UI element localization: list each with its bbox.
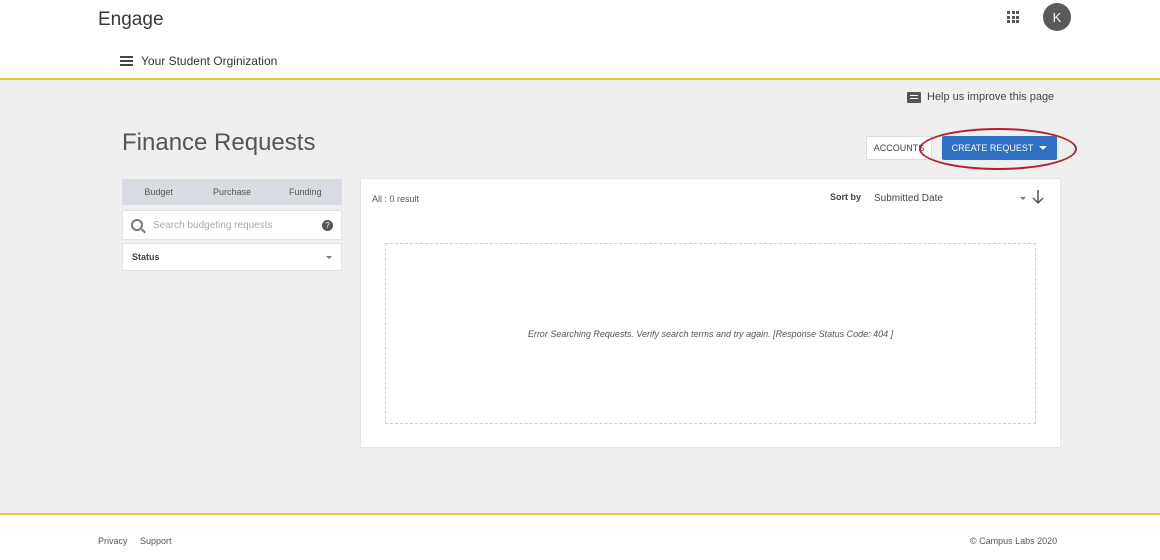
request-type-tabs: Budget Purchase Funding bbox=[122, 179, 342, 205]
results-count: All : 0 result bbox=[372, 194, 420, 204]
search-input[interactable] bbox=[153, 219, 303, 231]
sort-direction-arrow-icon[interactable] bbox=[1031, 188, 1045, 206]
help-improve-link[interactable]: Help us improve this page bbox=[907, 91, 1054, 103]
user-avatar[interactable]: K bbox=[1043, 3, 1071, 31]
footer: Privacy Support © Campus Labs 2020 bbox=[0, 513, 1160, 560]
accounts-button[interactable]: ACCOUNTS bbox=[866, 136, 932, 160]
org-menu-button[interactable]: Your Student Orginization bbox=[120, 54, 277, 68]
caret-down-icon bbox=[1039, 146, 1048, 150]
error-message: Error Searching Requests. Verify search … bbox=[527, 328, 894, 339]
error-message-box: Error Searching Requests. Verify search … bbox=[385, 243, 1036, 424]
apps-grid-icon[interactable] bbox=[1007, 11, 1019, 23]
create-request-label: CREATE REQUEST bbox=[951, 143, 1034, 153]
question-help-icon[interactable]: ? bbox=[322, 219, 333, 231]
search-box: ? bbox=[122, 210, 342, 240]
brand-title[interactable]: Engage bbox=[98, 9, 164, 31]
tab-budget[interactable]: Budget bbox=[122, 179, 195, 205]
sort-select-value: Submitted Date bbox=[874, 192, 943, 204]
chevron-down-icon bbox=[1020, 196, 1026, 200]
results-panel: All : 0 result Sort by Submitted Date Er… bbox=[360, 178, 1061, 448]
tab-funding[interactable]: Funding bbox=[269, 179, 342, 205]
search-icon bbox=[131, 219, 143, 231]
create-request-button[interactable]: CREATE REQUEST bbox=[942, 136, 1057, 160]
page-title: Finance Requests bbox=[122, 129, 316, 156]
hamburger-menu-icon[interactable] bbox=[120, 56, 133, 66]
org-name-label: Your Student Orginization bbox=[141, 54, 278, 68]
top-header: Engage Your Student Orginization K bbox=[0, 0, 1160, 80]
sort-by-label: Sort by bbox=[830, 192, 862, 202]
sort-select[interactable]: Submitted Date bbox=[872, 187, 1028, 209]
support-link[interactable]: Support bbox=[140, 536, 172, 546]
tab-purchase[interactable]: Purchase bbox=[195, 179, 268, 205]
status-filter-label: Status bbox=[132, 252, 160, 262]
feedback-icon bbox=[907, 91, 921, 103]
privacy-link[interactable]: Privacy bbox=[98, 536, 128, 546]
chevron-down-icon bbox=[326, 255, 332, 259]
status-filter-dropdown[interactable]: Status bbox=[122, 243, 342, 271]
copyright-text: © Campus Labs 2020 bbox=[970, 536, 1058, 546]
help-improve-label: Help us improve this page bbox=[927, 91, 1055, 103]
